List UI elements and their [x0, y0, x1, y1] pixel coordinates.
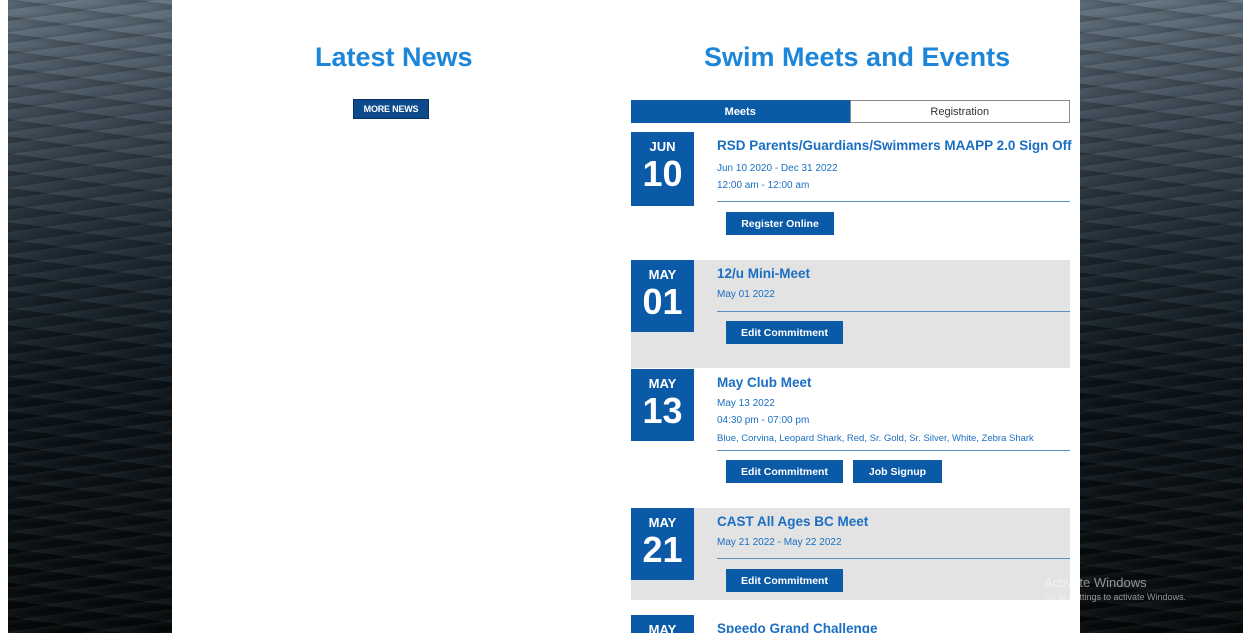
ocean-background-right	[1080, 0, 1243, 633]
event-item: MAY 21 CAST All Ages BC Meet May 21 2022…	[631, 508, 1070, 600]
event-dates: May 21 2022 - May 22 2022	[717, 537, 842, 548]
job-signup-button[interactable]: Job Signup	[853, 460, 942, 483]
event-item: MAY 01 12/u Mini-Meet May 01 2022 Edit C…	[631, 260, 1070, 368]
date-month: JUN	[649, 139, 676, 154]
date-badge: MAY 21	[631, 508, 694, 580]
date-month: MAY	[648, 515, 677, 530]
divider	[717, 201, 1070, 202]
event-item: MAY Speedo Grand Challenge	[631, 615, 1070, 633]
date-month: MAY	[648, 622, 677, 633]
event-time: 12:00 am - 12:00 am	[717, 180, 810, 191]
date-day: 21	[642, 529, 683, 570]
register-online-button[interactable]: Register Online	[726, 212, 834, 235]
event-title-link[interactable]: 12/u Mini-Meet	[717, 266, 810, 281]
event-dates: Jun 10 2020 - Dec 31 2022	[717, 163, 838, 174]
event-title-link[interactable]: RSD Parents/Guardians/Swimmers MAAPP 2.0…	[717, 138, 1072, 153]
event-dates: May 13 2022	[717, 398, 775, 409]
edit-commitment-button[interactable]: Edit Commitment	[726, 460, 843, 483]
divider	[717, 558, 1070, 559]
event-item: MAY 13 May Club Meet May 13 2022 04:30 p…	[631, 368, 1070, 493]
date-badge: MAY 13	[631, 369, 694, 441]
event-title-link[interactable]: May Club Meet	[717, 375, 812, 390]
more-news-button[interactable]: MORE NEWS	[353, 99, 429, 119]
event-time: 04:30 pm - 07:00 pm	[717, 415, 810, 426]
event-dates: May 01 2022	[717, 289, 775, 300]
watermark-line2: Go to Settings to activate Windows.	[1044, 592, 1187, 602]
date-day: 10	[642, 153, 683, 194]
event-groups: Blue, Corvina, Leopard Shark, Red, Sr. G…	[717, 433, 1034, 444]
ocean-background-left	[0, 0, 172, 633]
edit-commitment-button[interactable]: Edit Commitment	[726, 569, 843, 592]
date-month: MAY	[648, 267, 677, 282]
event-item: JUN 10 RSD Parents/Guardians/Swimmers MA…	[631, 130, 1072, 245]
latest-news-heading: Latest News	[315, 42, 473, 72]
events-tabs: Meets Registration	[631, 100, 1070, 123]
date-badge: JUN 10	[631, 132, 694, 206]
events-heading: Swim Meets and Events	[704, 42, 1011, 72]
tab-registration[interactable]: Registration	[849, 100, 1070, 123]
tab-meets[interactable]: Meets	[631, 100, 850, 123]
event-title-link[interactable]: Speedo Grand Challenge	[717, 621, 878, 633]
main-content: Latest News MORE NEWS Swim Meets and Eve…	[172, 0, 1080, 633]
date-month: MAY	[648, 376, 677, 391]
date-badge: MAY	[631, 615, 694, 633]
divider	[717, 311, 1070, 312]
date-day: 13	[642, 390, 683, 431]
activate-windows-watermark: Activate Windows Go to Settings to activ…	[1044, 575, 1186, 602]
edit-commitment-button[interactable]: Edit Commitment	[726, 321, 843, 344]
date-badge: MAY 01	[631, 260, 694, 332]
watermark-line1: Activate Windows	[1044, 575, 1147, 590]
event-title-link[interactable]: CAST All Ages BC Meet	[717, 514, 868, 529]
divider	[717, 450, 1070, 451]
date-day: 01	[642, 281, 683, 322]
